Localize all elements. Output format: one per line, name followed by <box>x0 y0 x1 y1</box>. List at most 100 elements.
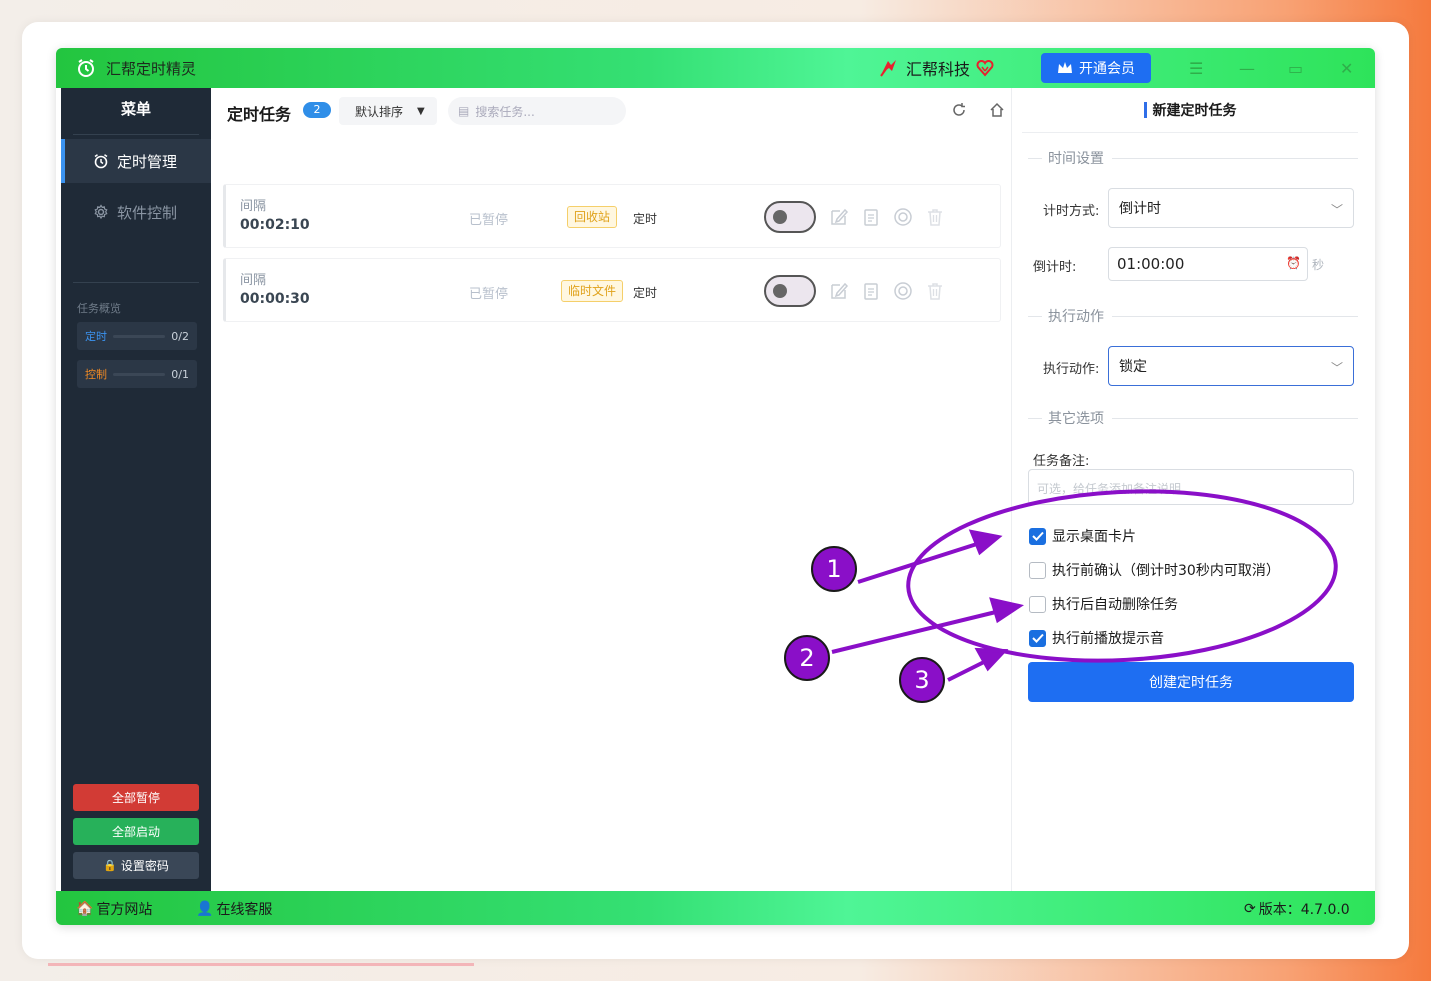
countdown-unit: 秒 <box>1312 258 1325 272</box>
annotation-marker: 2 <box>784 635 830 681</box>
timing-mode-select[interactable]: 倒计时 ﹀ <box>1108 188 1354 228</box>
task-list-header: 定时任务 2 默认排序 ▼ ▤ 搜索任务... <box>211 88 1011 133</box>
task-row[interactable]: 间隔 00:02:10 已暂停 回收站 定时 <box>223 184 1001 248</box>
caret-down-icon: ▼ <box>417 105 425 117</box>
checkbox-checked[interactable] <box>1029 629 1046 647</box>
option-show-desktop-card[interactable]: 显示桌面卡片 <box>1029 526 1136 546</box>
note-textarea[interactable]: 可选，给任务添加备注说明... <box>1028 469 1354 505</box>
task-time: 00:02:10 <box>240 217 310 233</box>
task-row[interactable]: 间隔 00:00:30 已暂停 临时文件 定时 <box>223 258 1001 322</box>
option-play-sound-before[interactable]: 执行前播放提示音 <box>1029 628 1164 648</box>
support-link[interactable]: 👤 在线客服 <box>196 899 272 919</box>
task-list-area: 定时任务 2 默认排序 ▼ ▤ 搜索任务... 间隔 00:02:10 已暂停 … <box>211 88 1011 891</box>
decorative-underline <box>48 963 474 966</box>
countdown-label: 倒计时: <box>1033 260 1077 275</box>
copy-icon[interactable] <box>861 207 881 227</box>
target-icon[interactable] <box>893 207 913 227</box>
new-task-panel: 新建定时任务 时间设置 计时方式: 倒计时 ﹀ 倒计时: 01:00:00 ⏰ … <box>1011 88 1370 891</box>
search-placeholder: 搜索任务... <box>475 104 535 119</box>
sidebar-item-label: 软件控制 <box>117 203 178 222</box>
chevron-down-icon: ﹀ <box>1330 361 1343 375</box>
sidebar-divider <box>73 282 199 283</box>
sidebar-item-label: 定时管理 <box>117 152 178 171</box>
stat-value: 0/2 <box>171 329 189 343</box>
delete-icon[interactable] <box>925 207 945 227</box>
gear-icon <box>94 204 108 220</box>
brand-logo-icon <box>880 60 896 77</box>
export-icon[interactable] <box>989 102 1005 118</box>
version-info: ⟳ 版本：4.7.0.0 <box>1244 901 1350 918</box>
annotation-marker: 1 <box>811 546 857 592</box>
stat-progress-bar <box>113 372 166 376</box>
minimize-icon[interactable]: — <box>1239 59 1255 78</box>
timing-mode-label: 计时方式: <box>1043 204 1100 219</box>
search-input[interactable]: ▤ 搜索任务... <box>448 97 626 125</box>
sidebar-divider <box>73 134 199 135</box>
action-label: 执行动作: <box>1043 362 1100 377</box>
brand-name: 汇帮科技 <box>906 60 971 79</box>
stat-control: 控制 0/1 <box>77 360 197 388</box>
section-action: 执行动作 <box>1028 306 1358 326</box>
vip-button[interactable]: 开通会员 <box>1041 53 1151 83</box>
stat-progress-bar <box>113 334 166 338</box>
task-tag: 临时文件 <box>561 280 624 302</box>
panel-title: 新建定时任务 <box>1022 88 1358 133</box>
delete-icon[interactable] <box>925 281 945 301</box>
edit-icon[interactable] <box>829 207 849 227</box>
countdown-input[interactable]: 01:00:00 ⏰ <box>1108 247 1308 281</box>
checkbox-checked[interactable] <box>1029 527 1046 545</box>
section-other-options: 其它选项 <box>1028 408 1358 428</box>
alarm-icon: ⏰ <box>1286 256 1301 270</box>
refresh-icon[interactable] <box>951 102 967 118</box>
task-status: 已暂停 <box>469 287 509 302</box>
task-tag: 回收站 <box>567 206 618 228</box>
app-title: 汇帮定时精灵 <box>106 60 197 78</box>
task-status: 已暂停 <box>469 213 509 228</box>
heart-icon <box>976 60 994 77</box>
sidebar-item-timer-management[interactable]: 定时管理 <box>61 139 211 183</box>
target-icon[interactable] <box>893 281 913 301</box>
sidebar: 菜单 定时管理 软件控制 任务概览 定时 0/2 控制 0/1 全部暂停 全部启… <box>61 88 211 891</box>
checkbox-unchecked[interactable] <box>1029 595 1046 613</box>
lock-icon: 🔒 <box>103 859 117 872</box>
pause-all-button[interactable]: 全部暂停 <box>73 784 199 811</box>
user-icon: 👤 <box>196 901 214 917</box>
menu-icon[interactable]: ☰ <box>1189 59 1203 78</box>
task-toggle[interactable] <box>764 201 816 233</box>
section-time-settings: 时间设置 <box>1028 148 1358 168</box>
note-label: 任务备注: <box>1033 454 1090 469</box>
title-bar: 汇帮定时精灵 汇帮科技 开通会员 ☰ — ▭ ✕ <box>56 48 1375 88</box>
sort-dropdown[interactable]: 默认排序 ▼ <box>339 97 437 125</box>
copy-icon[interactable] <box>861 281 881 301</box>
sidebar-item-software-control[interactable]: 软件控制 <box>61 190 211 234</box>
set-password-button[interactable]: 🔒 设置密码 <box>73 852 199 879</box>
sort-label: 默认排序 <box>355 104 404 119</box>
task-type: 定时 <box>633 286 658 300</box>
task-type: 定时 <box>633 212 658 226</box>
website-link[interactable]: 🏠 官方网站 <box>76 899 152 919</box>
brand: 汇帮科技 <box>878 56 994 80</box>
page-title: 定时任务 <box>227 105 292 124</box>
alarm-clock-icon <box>94 154 108 169</box>
task-time: 00:00:30 <box>240 291 310 307</box>
checkbox-unchecked[interactable] <box>1029 561 1046 579</box>
edit-icon[interactable] <box>829 281 849 301</box>
stat-value: 0/1 <box>171 367 189 381</box>
maximize-icon[interactable]: ▭ <box>1288 59 1303 78</box>
create-task-button[interactable]: 创建定时任务 <box>1028 662 1354 702</box>
option-confirm-before-execute[interactable]: 执行前确认（倒计时30秒内可取消） <box>1029 560 1280 580</box>
start-all-button[interactable]: 全部启动 <box>73 818 199 845</box>
action-select[interactable]: 锁定 ﹀ <box>1108 346 1354 386</box>
vip-label: 开通会员 <box>1079 61 1135 77</box>
option-auto-delete-after[interactable]: 执行后自动删除任务 <box>1029 594 1178 614</box>
close-icon[interactable]: ✕ <box>1340 59 1353 78</box>
annotation-marker: 3 <box>899 657 945 703</box>
status-bar: 🏠 官方网站 👤 在线客服 ⟳ 版本：4.7.0.0 <box>56 891 1375 925</box>
task-toggle[interactable] <box>764 275 816 307</box>
stat-label: 定时 <box>85 330 107 343</box>
search-icon: ▤ <box>458 104 470 118</box>
task-kind: 间隔 <box>240 199 267 214</box>
crown-icon <box>1058 62 1072 73</box>
stat-label: 控制 <box>85 368 107 381</box>
alarm-clock-icon <box>78 59 94 77</box>
